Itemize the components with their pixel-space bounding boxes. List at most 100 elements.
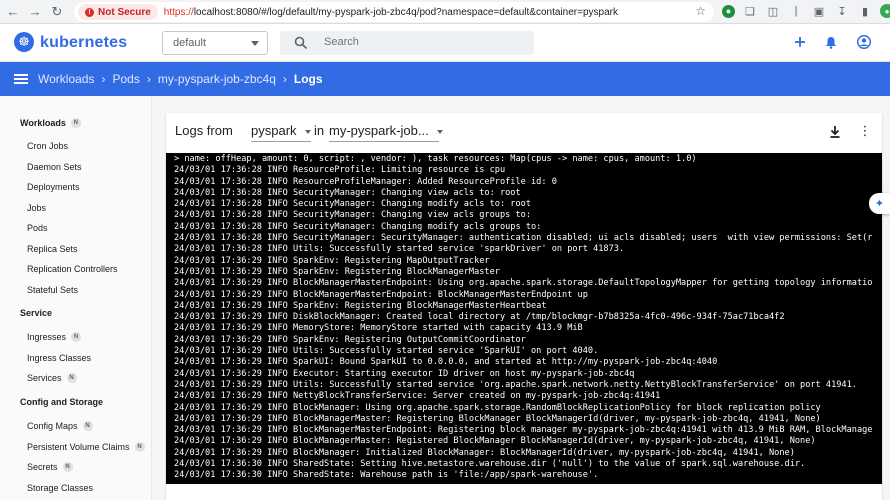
breadcrumb-bar: Workloads › Pods › my-pyspark-job-zbc4q … <box>0 62 890 96</box>
log-line: > name: offHeap, amount: 0, script: , ve… <box>174 154 697 164</box>
menu-hamburger-icon[interactable] <box>14 74 28 84</box>
log-line: 24/03/01 17:36:29 INFO BlockManagerMaste… <box>174 413 821 424</box>
namespace-select[interactable]: default <box>162 31 268 55</box>
sidebar-item-label: Secrets <box>27 462 58 472</box>
download-logs-icon[interactable] <box>827 123 843 139</box>
sidebar-item-ingresses[interactable]: Ingresses N <box>27 332 82 342</box>
copy-icon[interactable]: ❏ <box>742 3 758 19</box>
app-header: ☸ kubernetes default Search <box>0 24 890 62</box>
log-line: 24/03/01 17:36:29 INFO Utils: Successful… <box>174 346 599 357</box>
sidebar-item-ingress-classes[interactable]: Ingress Classes <box>27 353 91 363</box>
log-line: 24/03/01 17:36:28 INFO SecurityManager: … <box>174 221 542 232</box>
forward-icon[interactable]: → <box>26 3 44 21</box>
log-line: 24/03/01 17:36:28 INFO ResourceProfile: … <box>174 165 506 176</box>
breadcrumb-separator-icon: › <box>101 72 106 86</box>
sidebar-item-label: Ingresses <box>27 332 67 342</box>
address-bar[interactable]: ! Not Secure https://localhost:8080/#/log… <box>74 2 714 22</box>
sidebar-section-service[interactable]: Service <box>20 308 52 318</box>
new-badge: N <box>66 373 77 383</box>
log-line: 24/03/01 17:36:29 INFO Utils: Successful… <box>174 379 857 390</box>
log-line: 24/03/01 17:36:29 INFO MemoryStore: Memo… <box>174 323 583 334</box>
sidebar-item-stateful-sets[interactable]: Stateful Sets <box>27 285 78 295</box>
log-line: 24/03/01 17:36:29 INFO SparkEnv: Registe… <box>174 334 526 345</box>
log-line: 24/03/01 17:36:29 INFO BlockManager: Usi… <box>174 402 821 413</box>
breadcrumb-separator-icon: › <box>282 72 287 86</box>
log-line: 24/03/01 17:36:30 INFO SharedState: Sett… <box>174 459 806 470</box>
log-line: 24/03/01 17:36:28 INFO Utils: Successful… <box>174 244 625 255</box>
kubernetes-logo-icon[interactable]: ☸ <box>14 32 34 52</box>
warning-icon: ! <box>85 7 94 17</box>
section-title: Workloads <box>20 118 66 128</box>
sidebar-section-config-storage[interactable]: Config and Storage <box>20 397 103 407</box>
log-lines: > name: offHeap, amount: 0, script: , ve… <box>174 154 882 482</box>
log-line: 24/03/01 17:36:28 INFO SecurityManager: … <box>174 233 873 244</box>
log-line: 24/03/01 17:36:28 INFO SecurityManager: … <box>174 199 531 210</box>
more-options-icon[interactable]: ⋮ <box>857 123 873 139</box>
notifications-bell-icon[interactable] <box>822 33 840 51</box>
sidebar-item-services[interactable]: Services N <box>27 373 77 383</box>
search-input[interactable]: Search <box>280 31 534 55</box>
sidebar: Workloads N Cron Jobs Daemon Sets Deploym… <box>0 96 152 500</box>
breadcrumb-pod-name[interactable]: my-pyspark-job-zbc4q <box>158 72 276 86</box>
cast-icon[interactable]: ▣ <box>811 3 827 19</box>
log-line: 24/03/01 17:36:28 INFO SecurityManager: … <box>174 210 531 221</box>
log-line: 24/03/01 17:36:28 INFO SecurityManager: … <box>174 187 521 198</box>
sidebar-item-replica-sets[interactable]: Replica Sets <box>27 244 78 254</box>
log-line: 24/03/01 17:36:29 INFO BlockManager: Ini… <box>174 447 795 458</box>
sidebar-item-jobs[interactable]: Jobs <box>27 203 46 213</box>
sidebar-item-deployments[interactable]: Deployments <box>27 182 80 192</box>
side-panel-icon[interactable]: ▮ <box>857 3 873 19</box>
log-line: 24/03/01 17:36:29 INFO SparkEnv: Registe… <box>174 255 490 266</box>
sidebar-item-persistent-volume-claims[interactable]: Persistent Volume Claims N <box>27 442 145 452</box>
sidebar-item-cron-jobs[interactable]: Cron Jobs <box>27 141 68 151</box>
new-badge: N <box>70 118 81 128</box>
browser-toolbar: ← → ↻ ! Not Secure https://localhost:8080… <box>0 0 890 24</box>
container-value: pyspark <box>251 123 297 138</box>
sidebar-section-workloads[interactable]: Workloads N <box>20 118 81 128</box>
log-console[interactable]: > name: offHeap, amount: 0, script: , ve… <box>166 153 882 484</box>
new-badge: N <box>62 462 73 472</box>
security-chip[interactable]: ! Not Secure <box>78 4 158 20</box>
log-line: 24/03/01 17:36:29 INFO SparkEnv: Registe… <box>174 300 547 311</box>
search-icon <box>294 36 308 50</box>
new-badge: N <box>82 421 93 431</box>
sidebar-item-label: Config Maps <box>27 421 78 431</box>
sidebar-item-config-maps[interactable]: Config Maps N <box>27 421 93 431</box>
chevron-down-icon <box>304 129 311 134</box>
log-line: 24/03/01 17:36:29 INFO DiskBlockManager:… <box>174 312 785 323</box>
download-icon[interactable]: ↧ <box>834 3 850 19</box>
pod-select[interactable]: my-pyspark-job... <box>329 123 443 142</box>
log-line: 24/03/01 17:36:29 INFO BlockManagerMaste… <box>174 289 588 300</box>
puzzle-extensions-icon[interactable]: ◫ <box>765 3 781 19</box>
breadcrumb-pods[interactable]: Pods <box>112 72 139 86</box>
profile-avatar-icon[interactable]: ● <box>880 4 890 18</box>
reload-icon[interactable]: ↻ <box>48 3 66 21</box>
extension-green-icon[interactable]: ● <box>722 4 735 18</box>
sidebar-item-label: Persistent Volume Claims <box>27 442 130 452</box>
sidebar-item-storage-classes[interactable]: Storage Classes <box>27 483 93 493</box>
sidebar-item-replication-controllers[interactable]: Replication Controllers <box>27 264 118 274</box>
sidebar-item-pods[interactable]: Pods <box>27 223 48 233</box>
back-icon[interactable]: ← <box>4 3 22 21</box>
log-line: 24/03/01 17:36:29 INFO SparkUI: Bound Sp… <box>174 357 718 368</box>
create-plus-icon[interactable] <box>791 33 809 51</box>
breadcrumb-workloads[interactable]: Workloads <box>38 72 94 86</box>
namespace-value: default <box>173 37 207 49</box>
sparkle-assistant-icon[interactable]: ✦ <box>869 193 890 214</box>
new-badge: N <box>134 442 145 452</box>
bookmark-star-icon[interactable]: ☆ <box>695 4 706 18</box>
brand-name[interactable]: kubernetes <box>40 34 127 52</box>
log-line: 24/03/01 17:36:30 INFO SharedState: Ware… <box>174 470 599 481</box>
log-line: 24/03/01 17:36:29 INFO BlockManagerMaste… <box>174 436 816 447</box>
sidebar-item-daemon-sets[interactable]: Daemon Sets <box>27 162 82 172</box>
pod-value: my-pyspark-job... <box>329 123 429 138</box>
url-scheme: https:// <box>163 6 194 18</box>
account-icon[interactable] <box>855 33 873 51</box>
breadcrumb-separator-icon: › <box>146 72 151 86</box>
container-select[interactable]: pyspark <box>251 123 311 142</box>
chevron-down-icon <box>436 129 443 134</box>
chevron-down-icon <box>251 41 259 46</box>
sidebar-item-label: Services <box>27 373 62 383</box>
sidebar-item-secrets[interactable]: Secrets N <box>27 462 73 472</box>
search-placeholder: Search <box>324 36 359 48</box>
